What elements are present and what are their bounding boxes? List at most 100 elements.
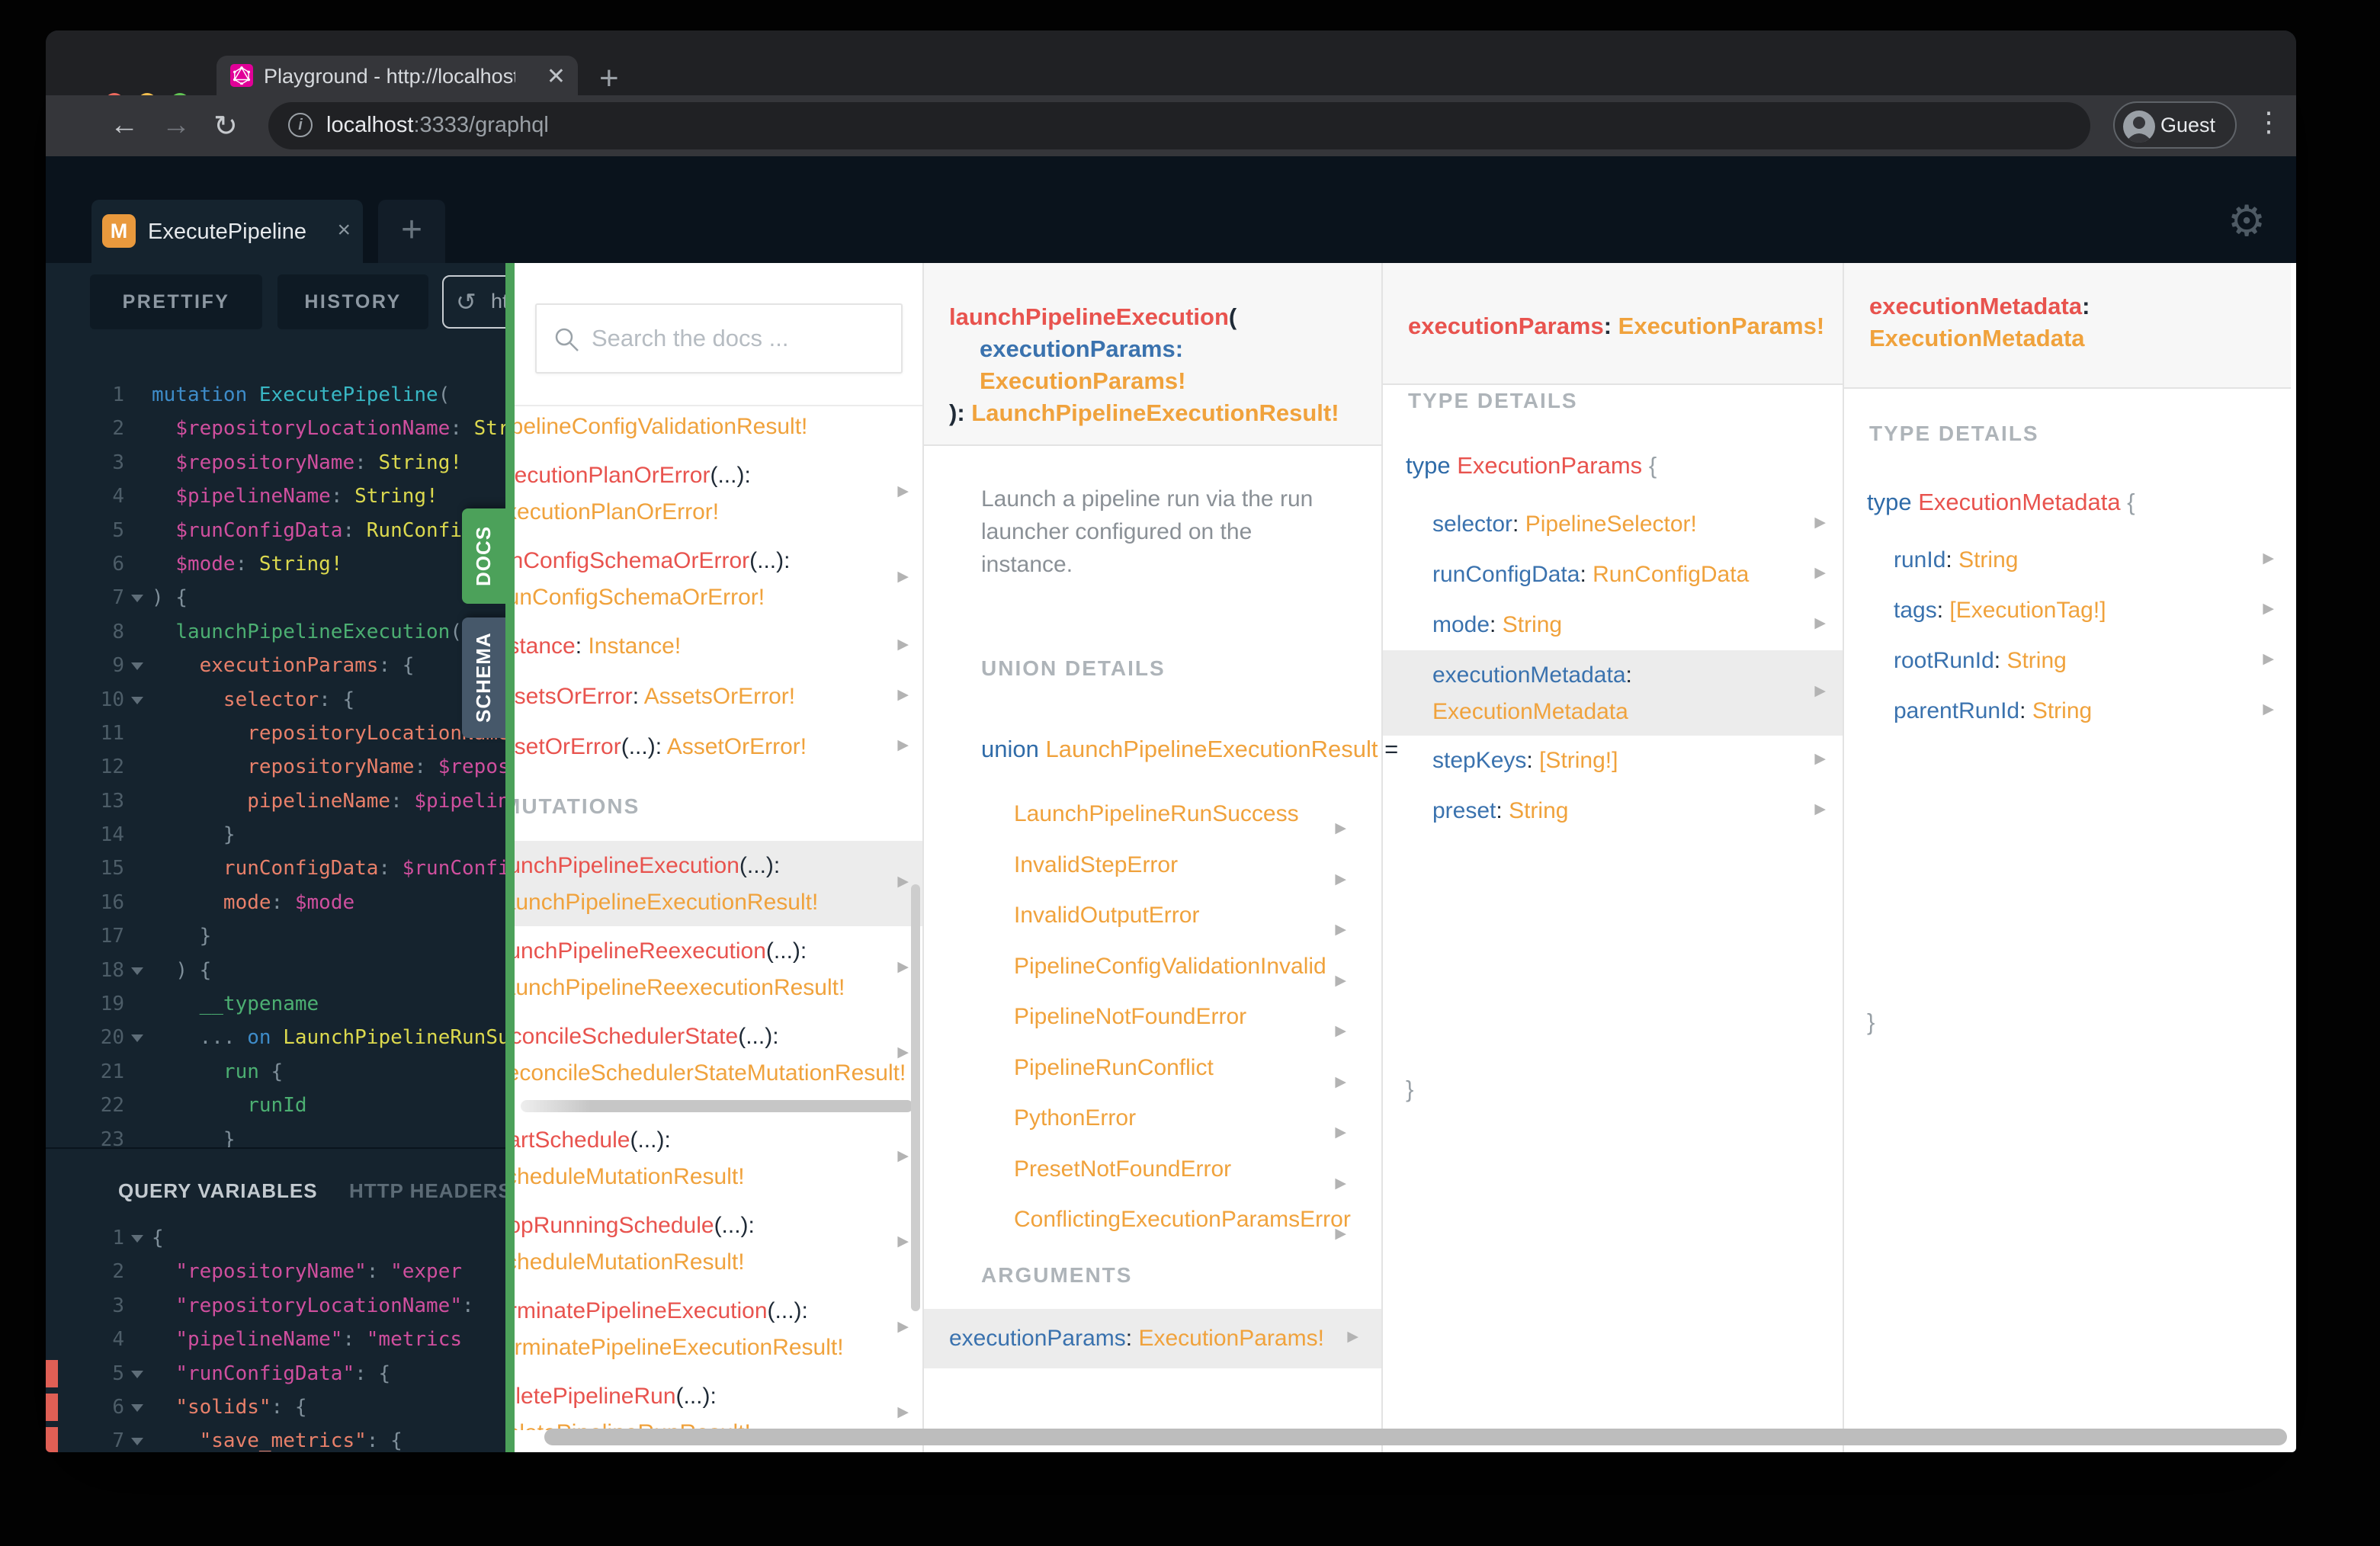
union-member[interactable]: PipelineConfigValidationInvalid ▶ xyxy=(1014,941,1369,993)
union-member[interactable]: ConflictingExecutionParamsError ▶ xyxy=(1014,1195,1369,1246)
vertical-scrollbar[interactable] xyxy=(911,884,920,1311)
item-line-2: ExecutionPlanOrError! xyxy=(515,499,720,524)
type-field-row[interactable]: executionMetadata: ExecutionMetadata ▶ xyxy=(1383,650,1843,736)
tab-schema[interactable]: SCHEMA xyxy=(462,617,505,738)
docs-list-item[interactable]: startSchedule(...): ScheduleMutationResu… xyxy=(515,1115,922,1201)
argument-row[interactable]: executionParams: ExecutionParams! ▶ xyxy=(924,1309,1381,1368)
variables-editor[interactable]: 1 { 2 "repositoryName": "exper 3 "reposi… xyxy=(46,1221,505,1452)
item-line-1: runConfigSchemaOrError(...): xyxy=(515,548,791,573)
new-session-button[interactable]: + xyxy=(378,200,445,263)
docs-list-item[interactable]: executionPlanOrError(...): ExecutionPlan… xyxy=(515,451,922,536)
docs-list-item[interactable]: deletePipelineRun(...): DeletePipelineRu… xyxy=(515,1371,922,1430)
query-editor[interactable]: 1 mutation ExecutePipeline( 2 $repositor… xyxy=(46,347,505,1147)
fold-arrow-icon xyxy=(131,1370,143,1378)
line-number: 11 xyxy=(100,721,124,745)
back-icon[interactable]: ← xyxy=(110,109,139,142)
settings-gear-icon[interactable]: ⚙ xyxy=(2228,196,2266,246)
url-bar[interactable]: i localhost:3333/graphql xyxy=(268,102,2090,149)
item-line-2: DeletePipelineRunResult! xyxy=(515,1415,922,1430)
close-session-icon[interactable]: × xyxy=(337,217,351,243)
variables-line: 1 { xyxy=(46,1221,505,1255)
endpoint-reload-icon[interactable]: ↺ xyxy=(456,287,476,316)
docs-list-item[interactable]: PipelineConfigValidationResult! xyxy=(515,408,922,451)
chevron-right-icon: ▶ xyxy=(2263,651,2274,667)
docs-entry: assetOrError(...): AssetOrError! ▶ xyxy=(515,722,922,772)
docs-column-execution-params: executionParams: ExecutionParams! TYPE D… xyxy=(1381,263,1843,1452)
code-text: $pipelineName: String! xyxy=(175,485,438,508)
docs-list-item[interactable]: instance: Instance! ▶ xyxy=(515,621,922,672)
union-member-label: PipelineRunConflict xyxy=(1014,1054,1214,1080)
union-member[interactable]: PipelineNotFoundError ▶ xyxy=(1014,992,1369,1043)
line-number: 3 xyxy=(112,1294,124,1317)
docs-list-item[interactable]: stopRunningSchedule(...): ScheduleMutati… xyxy=(515,1201,922,1286)
horizontal-scrollbar[interactable] xyxy=(521,1100,913,1112)
browser-window: Playground - http://localhost:3 ✕ + ← → … xyxy=(46,30,2296,1452)
variables-line: 2 "repositoryName": "exper xyxy=(46,1255,505,1288)
docs-list-item[interactable]: terminatePipelineExecution(...): Termina… xyxy=(515,1286,922,1371)
type-field-row[interactable]: selector: PipelineSelector! ▶ xyxy=(1383,499,1843,550)
profile-button[interactable]: Guest xyxy=(2113,101,2237,149)
item-line-1: instance: Instance! xyxy=(515,633,682,659)
docs-column-root: Search the docs ... PipelineConfigValida… xyxy=(515,263,922,1452)
docs-horizontal-scrollbar[interactable] xyxy=(544,1429,2287,1445)
docs-column-field: launchPipelineExecution( executionParams… xyxy=(922,263,1398,1452)
type-field-row[interactable]: rootRunId: String ▶ xyxy=(1844,636,2291,686)
union-member-label: ConflictingExecutionParamsError xyxy=(1014,1207,1351,1232)
docs-list-item[interactable]: assetOrError(...): AssetOrError! ▶ xyxy=(515,722,922,772)
variables-lines: 1 { 2 "repositoryName": "exper 3 "reposi… xyxy=(46,1221,505,1452)
type-field-row[interactable]: tags: [ExecutionTag!] ▶ xyxy=(1844,585,2291,636)
union-member[interactable]: PythonError ▶ xyxy=(1014,1093,1369,1144)
type-field-row[interactable]: parentRunId: String ▶ xyxy=(1844,686,2291,736)
docs-list-item[interactable]: launchPipelineExecution(...): LaunchPipe… xyxy=(515,841,922,926)
type-field-row[interactable]: mode: String ▶ xyxy=(1383,600,1843,650)
code-text: $repositoryLocationName: String! xyxy=(175,417,505,441)
code-line: 9 executionParams: { xyxy=(46,649,505,682)
line-number: 6 xyxy=(112,552,124,576)
code-line: 6 $mode: String! xyxy=(46,547,505,581)
union-member[interactable]: LaunchPipelineRunSuccess ▶ xyxy=(1014,789,1369,840)
item-line-1: stopRunningSchedule(...): xyxy=(515,1213,755,1238)
docs-list-item[interactable]: launchPipelineReexecution(...): LaunchPi… xyxy=(515,926,922,1012)
site-info-icon[interactable]: i xyxy=(288,113,313,137)
field-line-1: rootRunId: String xyxy=(1894,648,2067,673)
browser-menu-icon[interactable]: ⋮ xyxy=(2255,106,2282,138)
union-member[interactable]: InvalidStepError ▶ xyxy=(1014,840,1369,891)
forward-icon[interactable]: → xyxy=(162,109,191,142)
close-tab-icon[interactable]: ✕ xyxy=(547,63,566,90)
line-number: 23 xyxy=(100,1127,124,1147)
docs-list-item[interactable]: runConfigSchemaOrError(...): RunConfigSc… xyxy=(515,536,922,621)
docs-search-input[interactable]: Search the docs ... xyxy=(535,303,903,374)
browser-tab[interactable]: Playground - http://localhost:3 ✕ xyxy=(217,56,578,95)
code-line: 19 __typename xyxy=(46,987,505,1021)
tab-docs[interactable]: DOCS xyxy=(462,508,505,604)
chevron-right-icon: ▶ xyxy=(897,687,909,703)
type-field-row[interactable]: stepKeys: [String!] ▶ xyxy=(1383,736,1843,786)
tab-query-variables[interactable]: QUERY VARIABLES xyxy=(118,1179,318,1203)
line-number: 4 xyxy=(112,1328,124,1352)
docs-edge-handle[interactable] xyxy=(505,263,515,1452)
type-field-row[interactable]: runId: String ▶ xyxy=(1844,535,2291,585)
avatar-icon xyxy=(2122,110,2156,147)
code-text: selector: { xyxy=(223,688,355,711)
url-text[interactable]: localhost:3333/graphql xyxy=(326,113,549,138)
type-field-row[interactable]: runConfigData: RunConfigData ▶ xyxy=(1383,550,1843,600)
tab-http-headers[interactable]: HTTP HEADERS xyxy=(349,1179,512,1203)
line-number: 7 xyxy=(112,586,124,610)
docs-list-item[interactable]: reconcileSchedulerState(...): ReconcileS… xyxy=(515,1012,922,1097)
docs-list-item[interactable]: assetsOrError: AssetsOrError! ▶ xyxy=(515,672,922,722)
type-field-row[interactable]: preset: String ▶ xyxy=(1383,786,1843,836)
item-line-2: ScheduleMutationResult! xyxy=(515,1249,745,1275)
code-line: 23 } xyxy=(46,1123,505,1147)
union-member[interactable]: PipelineRunConflict ▶ xyxy=(1014,1043,1369,1094)
union-member[interactable]: PresetNotFoundError ▶ xyxy=(1014,1144,1369,1195)
session-tab[interactable]: M ExecutePipeline × xyxy=(91,200,363,263)
union-member-list: LaunchPipelineRunSuccess ▶ InvalidStepEr… xyxy=(1014,789,1369,1246)
new-tab-button[interactable]: + xyxy=(599,59,619,98)
reload-icon[interactable]: ↻ xyxy=(213,109,238,143)
code-text: repositoryName: $repositoryName xyxy=(247,755,505,779)
union-member[interactable]: InvalidOutputError ▶ xyxy=(1014,890,1369,941)
prettify-button[interactable]: PRETTIFY xyxy=(90,274,262,329)
docs-entry: MUTATIONS xyxy=(515,772,922,841)
history-button[interactable]: HISTORY xyxy=(277,274,428,329)
playground-header: M ExecutePipeline × + ⚙ xyxy=(46,156,2296,263)
